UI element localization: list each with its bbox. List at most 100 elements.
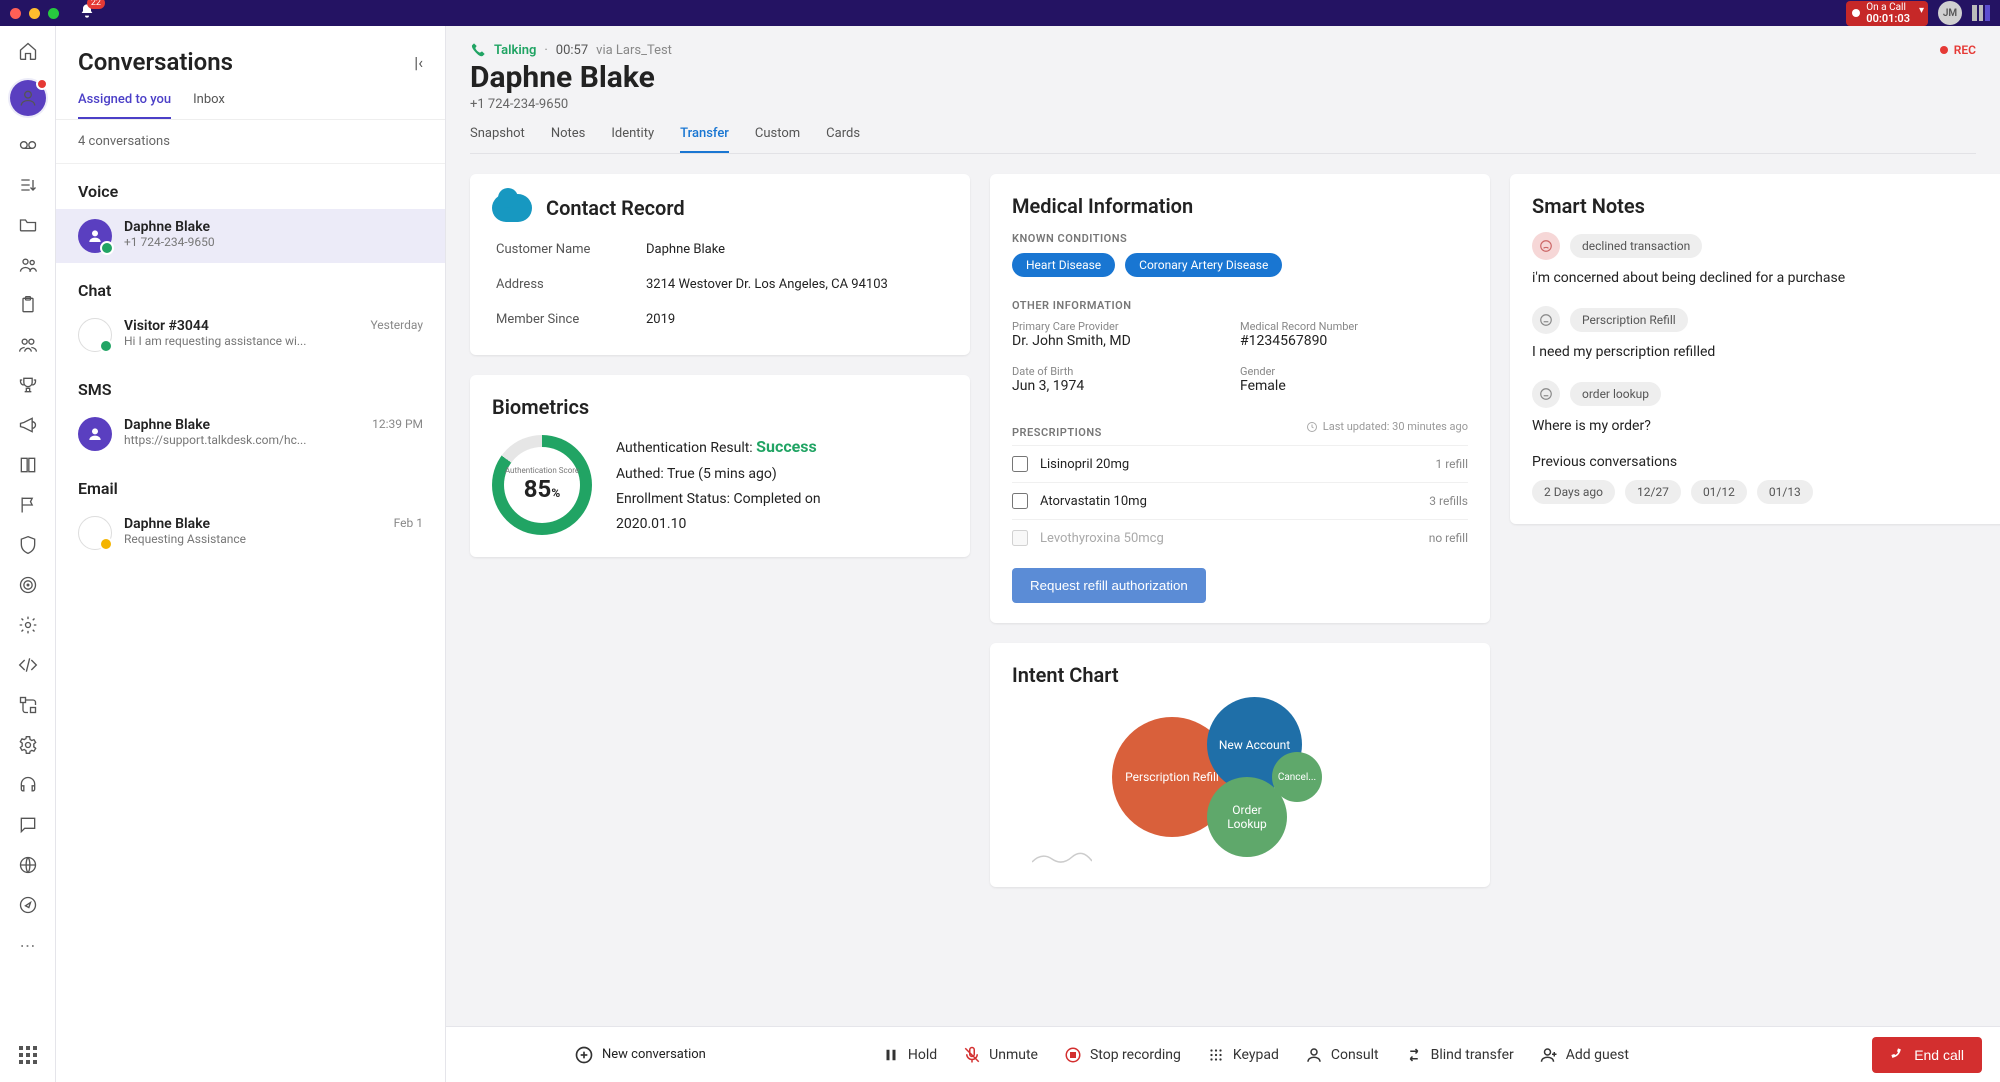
trophy-icon[interactable]	[17, 374, 39, 396]
keypad-button[interactable]: Keypad	[1207, 1046, 1279, 1064]
settings-gear-icon[interactable]	[17, 614, 39, 636]
flag-icon[interactable]	[17, 494, 39, 516]
tab-identity[interactable]: Identity	[611, 126, 654, 153]
user-avatar[interactable]: JM	[1938, 1, 1962, 25]
field-label: Address	[496, 277, 646, 292]
workflow-icon[interactable]	[17, 694, 39, 716]
megaphone-icon[interactable]	[17, 414, 39, 436]
intent-chart-card: Intent Chart Perscription Refill New Acc…	[990, 643, 1490, 887]
blind-transfer-button[interactable]: Blind transfer	[1405, 1046, 1514, 1064]
rec-label: REC	[1954, 43, 1976, 57]
tab-assigned[interactable]: Assigned to you	[78, 92, 171, 119]
prescription-checkbox[interactable]	[1012, 456, 1028, 472]
prev-conv-chip[interactable]: 12/27	[1625, 480, 1681, 504]
field-value: Daphne Blake	[646, 242, 944, 257]
end-call-button[interactable]: End call	[1872, 1037, 1982, 1073]
condition-chip[interactable]: Coronary Artery Disease	[1125, 253, 1282, 277]
field-value: #1234567890	[1240, 333, 1468, 349]
headset-icon[interactable]	[17, 774, 39, 796]
mic-off-icon	[963, 1046, 981, 1064]
compass-icon[interactable]	[17, 894, 39, 916]
timestamp: Yesterday	[370, 318, 423, 332]
collapse-panel-icon[interactable]: |‹	[414, 53, 423, 72]
radar-icon[interactable]	[17, 574, 39, 596]
maximize-window[interactable]	[48, 8, 59, 19]
voice-conversation-item[interactable]: Daphne Blake +1 724-234-9650	[56, 209, 445, 263]
sms-conversation-item[interactable]: Daphne Blake https://support.talkdesk.co…	[56, 407, 445, 461]
tab-custom[interactable]: Custom	[755, 126, 800, 153]
apps-grid-icon[interactable]	[17, 1044, 39, 1066]
note-tag[interactable]: Perscription Refill	[1570, 308, 1688, 332]
authed-row: Authed: True (5 mins ago)	[616, 462, 836, 487]
contact-record-card: Contact Record Customer Name Daphne Blak…	[470, 174, 970, 355]
layout-toggle-icon[interactable]	[1972, 5, 1990, 21]
window-controls[interactable]	[10, 8, 59, 19]
prev-conv-chip[interactable]: 2 Days ago	[1532, 480, 1615, 504]
prev-conv-chip[interactable]: 01/12	[1691, 480, 1747, 504]
consult-button[interactable]: Consult	[1305, 1046, 1379, 1064]
call-status-pill[interactable]: On a Call 00:01:03 ▾	[1846, 1, 1928, 26]
close-window[interactable]	[10, 8, 21, 19]
book-icon[interactable]	[17, 454, 39, 476]
folder-icon[interactable]	[17, 214, 39, 236]
gear-icon[interactable]	[17, 734, 39, 756]
shield-icon[interactable]	[17, 534, 39, 556]
intent-bubble[interactable]: Cancel...	[1272, 752, 1322, 802]
new-conversation-button[interactable]: New conversation	[574, 1045, 706, 1065]
presence-indicator	[99, 537, 113, 551]
prescription-checkbox[interactable]	[1012, 493, 1028, 509]
chat-conversation-item[interactable]: Visitor #3044 Hi I am requesting assista…	[56, 308, 445, 362]
contacts-icon[interactable]	[17, 254, 39, 276]
tab-cards[interactable]: Cards	[826, 126, 860, 153]
card-title: Biometrics	[492, 395, 948, 419]
call-timer: 00:01:03	[1866, 13, 1910, 24]
prev-conv-chip[interactable]: 01/13	[1757, 480, 1813, 504]
minimize-window[interactable]	[29, 8, 40, 19]
clipboard-icon[interactable]	[17, 294, 39, 316]
call-footer: New conversation Hold Unmute Stop record…	[446, 1026, 2000, 1082]
prescription-checkbox[interactable]	[1012, 530, 1028, 546]
notifications-badge: 22	[87, 0, 105, 9]
prev-conv-label: Previous conversations	[1532, 454, 1988, 470]
refill-count: no refill	[1429, 531, 1468, 545]
queue-icon[interactable]	[17, 174, 39, 196]
team-icon[interactable]	[17, 334, 39, 356]
tab-inbox[interactable]: Inbox	[193, 92, 225, 119]
email-conversation-item[interactable]: Daphne Blake Requesting Assistance Feb 1	[56, 506, 445, 560]
chat-icon[interactable]	[17, 814, 39, 836]
tab-notes[interactable]: Notes	[551, 126, 586, 153]
card-title: Medical Information	[1012, 194, 1468, 218]
request-refill-button[interactable]: Request refill authorization	[1012, 568, 1206, 603]
add-guest-button[interactable]: Add guest	[1540, 1046, 1629, 1064]
field-label: Customer Name	[496, 242, 646, 257]
contact-sub: Requesting Assistance	[124, 532, 382, 546]
field-value: 2019	[646, 312, 944, 327]
tab-snapshot[interactable]: Snapshot	[470, 126, 525, 153]
active-agent-icon[interactable]	[10, 80, 46, 116]
voicemail-icon[interactable]	[17, 134, 39, 156]
home-icon[interactable]	[17, 40, 39, 62]
salesforce-icon	[492, 194, 532, 222]
note-tag[interactable]: order lookup	[1570, 382, 1661, 406]
note-tag[interactable]: declined transaction	[1570, 234, 1702, 258]
more-icon[interactable]: ⋯	[17, 934, 39, 956]
notifications-icon[interactable]: 22	[79, 3, 95, 23]
tab-transfer[interactable]: Transfer	[680, 126, 729, 153]
stop-recording-button[interactable]: Stop recording	[1064, 1046, 1181, 1064]
unmute-button[interactable]: Unmute	[963, 1046, 1038, 1064]
call-status: Talking	[494, 43, 536, 58]
hold-button[interactable]: Hold	[882, 1046, 937, 1064]
left-iconbar: ⋯	[0, 26, 56, 1082]
code-icon[interactable]	[17, 654, 39, 676]
condition-chip[interactable]: Heart Disease	[1012, 253, 1115, 277]
section-label: OTHER INFORMATION	[1012, 299, 1468, 312]
plus-circle-icon	[574, 1045, 594, 1065]
auth-result-row: Authentication Result: Success	[616, 433, 836, 462]
note-sentiment-icon	[1532, 306, 1560, 334]
section-label: KNOWN CONDITIONS	[1012, 232, 1468, 245]
note-text: i'm concerned about being declined for a…	[1532, 270, 1988, 286]
prescription-row: Levothyroxina 50mcg no refill	[1012, 519, 1468, 556]
biometrics-card: Biometrics Authentication Score 85% Auth…	[470, 375, 970, 557]
new-conversation-label: New conversation	[602, 1047, 706, 1062]
globe-icon[interactable]	[17, 854, 39, 876]
